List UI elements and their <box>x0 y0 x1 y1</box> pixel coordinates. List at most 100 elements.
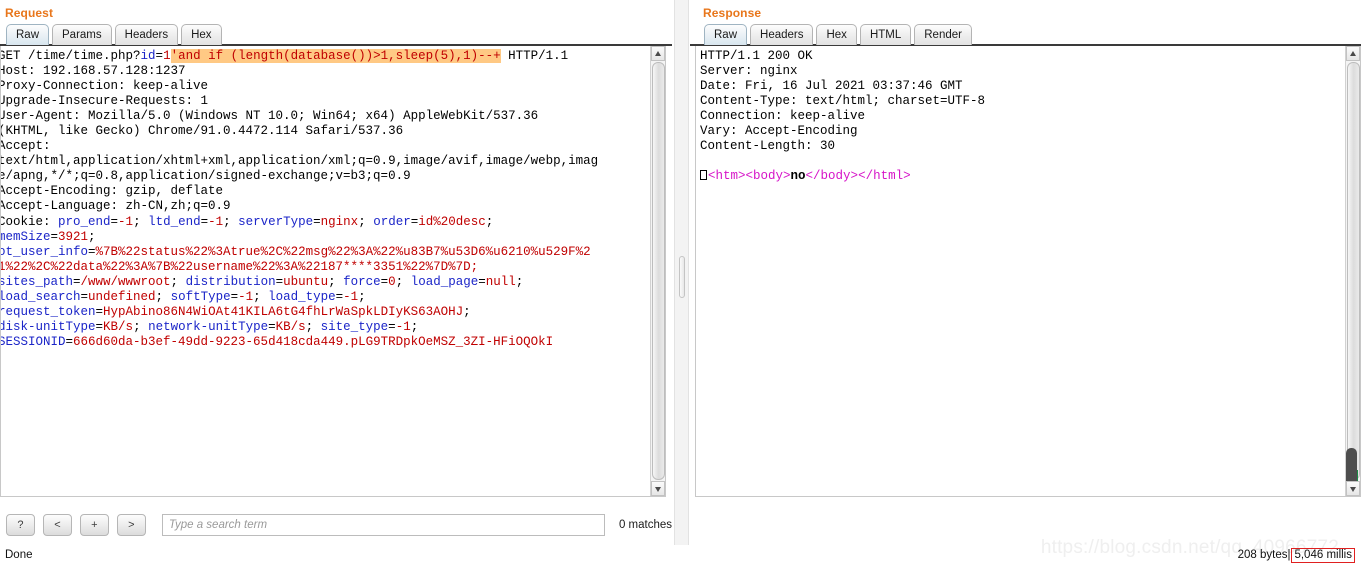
request-line-9: e/apng,*/*;q=0.8,application/signed-exch… <box>0 169 411 184</box>
cookie-name: network-unitType <box>148 319 269 334</box>
cookie-value: -1 <box>238 289 254 304</box>
cookie-name: serverType <box>238 214 314 229</box>
cookie-list-7: disk-unitType=KB/s; network-unitType=KB/… <box>0 319 419 334</box>
cookie-list-1: pro_end=-1; ltd_end=-1; serverType=nginx… <box>58 214 494 229</box>
cookie-name: site_type <box>320 319 389 334</box>
response-line-3: Date: Fri, 16 Jul 2021 03:37:46 GMT <box>700 79 963 94</box>
request-vertical-scrollbar[interactable] <box>650 46 665 496</box>
request-raw-text: GET /time/time.php?id=1'and if (length(d… <box>0 49 599 350</box>
request-cookie-line-6: request_token=HypAbino86N4WiOAt41KILA6tG… <box>0 304 471 319</box>
panel-splitter[interactable] <box>674 0 689 545</box>
cookie-name: order <box>373 214 411 229</box>
tab-request-hex[interactable]: Hex <box>181 24 222 45</box>
response-metrics: 208 bytes| 5,046 millis <box>1237 548 1355 563</box>
cookie-value: -1 <box>208 214 224 229</box>
cookie-value: 666d60da-b3ef-49dd-9223-65d418cda449.pLG… <box>73 334 554 349</box>
cookie-value: -1 <box>343 289 359 304</box>
request-cookie-line-8: SESSIONID=666d60da-b3ef-49dd-9223-65d418… <box>0 334 554 349</box>
response-size: 208 bytes <box>1237 549 1288 561</box>
request-searchbar: ? < + > Type a search term 0 matches <box>4 505 672 545</box>
request-cookie-line-1: Cookie: pro_end=-1; ltd_end=-1; serverTy… <box>0 214 494 229</box>
request-cookie-line-4: sites_path=/www/wwwroot; distribution=ub… <box>0 274 524 289</box>
response-editor[interactable]: HTTP/1.1 200 OK Server: nginx Date: Fri,… <box>695 46 1361 497</box>
unprintable-char-glyph <box>700 170 707 181</box>
response-timing: 5,046 millis <box>1291 548 1355 563</box>
cookie-value: 3921 <box>58 229 89 244</box>
cookie-value: undefined <box>88 289 156 304</box>
cookie-value: -1 <box>118 214 134 229</box>
cookie-value: /www/wwwroot <box>80 274 171 289</box>
request-line-6: (KHTML, like Gecko) Chrome/91.0.4472.114… <box>0 124 404 139</box>
response-line-5: Connection: keep-alive <box>700 109 866 124</box>
response-raw-text: HTTP/1.1 200 OK Server: nginx Date: Fri,… <box>700 49 985 184</box>
tab-request-params[interactable]: Params <box>52 24 112 45</box>
request-cookie-line-5: load_search=undefined; softType=-1; load… <box>0 289 366 304</box>
cookie-list-6: request_token=HypAbino86N4WiOAt41KILA6tG… <box>0 304 471 319</box>
cookie-value: id%20desc <box>418 214 486 229</box>
cookie-name: sites_path <box>0 274 74 289</box>
request-cookie-userinfo-a: ot_user_info=%7B%22status%22%3Atrue%2C%2… <box>0 244 591 259</box>
tab-response-headers[interactable]: Headers <box>750 24 814 45</box>
request-line-4: Upgrade-Insecure-Requests: 1 <box>0 94 209 109</box>
request-cookie-userinfo-b: 1%22%2C%22data%22%3A%7B%22username%22%3A… <box>0 259 479 274</box>
cookie-name: load_search <box>0 289 81 304</box>
request-cookie-line-7: disk-unitType=KB/s; network-unitType=KB/… <box>0 319 419 334</box>
request-scroll-up-arrow-icon[interactable] <box>651 46 665 61</box>
burp-repeater-window: Request Raw Params Headers Hex GET /time… <box>0 0 1361 571</box>
request-search-add-button[interactable]: + <box>79 514 109 536</box>
response-line-6: Vary: Accept-Encoding <box>700 124 858 139</box>
response-body-line: <htm><body>no</body></html> <box>700 169 911 183</box>
request-search-next-button[interactable]: > <box>116 514 146 536</box>
cookie-value: HypAbino86N4WiOAt41KILA6tG4fhLrWaSpkLDIy… <box>103 304 464 319</box>
response-scroll-up-arrow-icon[interactable] <box>1346 46 1360 61</box>
request-line-2: Host: 192.168.57.128:1237 <box>0 64 186 79</box>
cookie-name: SESSIONID <box>0 334 66 349</box>
cookie-name: ltd_end <box>148 214 201 229</box>
cookie-value: 0 <box>388 274 396 289</box>
response-line-2: Server: nginx <box>700 64 798 79</box>
cookie-value: nginx <box>320 214 359 229</box>
splitter-grip-icon[interactable] <box>679 256 685 298</box>
cookie-list-4: sites_path=/www/wwwroot; distribution=ub… <box>0 274 524 289</box>
cookie-value: KB/s <box>103 319 134 334</box>
cookie-list-8: SESSIONID=666d60da-b3ef-49dd-9223-65d418… <box>0 334 554 349</box>
cookie-name: load_type <box>268 289 336 304</box>
tab-response-html[interactable]: HTML <box>859 24 912 45</box>
cookie-name: pro_end <box>58 214 111 229</box>
response-line-7: Content-Length: 30 <box>700 139 836 154</box>
response-panel-title: Response <box>703 6 762 20</box>
request-search-input[interactable]: Type a search term <box>161 514 605 536</box>
request-line-8: text/html,application/xhtml+xml,applicat… <box>0 154 599 169</box>
tab-response-render[interactable]: Render <box>914 24 972 45</box>
response-panel: Response Raw Headers Hex HTML Render HTT… <box>690 0 1361 545</box>
request-panel-title: Request <box>5 6 54 20</box>
request-panel: Request Raw Params Headers Hex GET /time… <box>0 0 672 545</box>
response-scroll-down-arrow-icon[interactable] <box>1346 481 1360 496</box>
sqli-payload-highlight: 'and if (length(database())>1,sleep(5),1… <box>170 49 501 63</box>
request-search-prev-button[interactable]: < <box>42 514 72 536</box>
cookie-value: null <box>485 274 516 289</box>
cookie-name: request_token <box>0 304 96 319</box>
cookie-name: load_page <box>410 274 479 289</box>
request-editor[interactable]: GET /time/time.php?id=1'and if (length(d… <box>0 46 666 497</box>
tab-response-raw[interactable]: Raw <box>704 24 748 45</box>
cookie-value: -1 <box>395 319 411 334</box>
response-scroll-thumb[interactable] <box>1347 62 1360 480</box>
tab-response-hex[interactable]: Hex <box>816 24 857 45</box>
request-line-3: Proxy-Connection: keep-alive <box>0 79 209 94</box>
request-line-11: Accept-Language: zh-CN,zh;q=0.9 <box>0 199 231 214</box>
tab-request-raw[interactable]: Raw <box>6 24 50 45</box>
request-search-help-button[interactable]: ? <box>6 514 35 536</box>
response-line-1: HTTP/1.1 200 OK <box>700 49 813 63</box>
cookie-value: ubuntu <box>283 274 329 289</box>
status-text: Done <box>5 549 33 561</box>
cookie-name: disk-unitType <box>0 319 96 334</box>
response-vertical-scrollbar[interactable] <box>1345 46 1360 496</box>
tab-request-headers[interactable]: Headers <box>114 24 179 45</box>
request-scroll-thumb[interactable] <box>652 62 665 480</box>
cookie-list-5: load_search=undefined; softType=-1; load… <box>0 289 366 304</box>
request-line-1: GET /time/time.php?id=1'and if (length(d… <box>0 49 569 63</box>
cookie-name: distribution <box>185 274 276 289</box>
request-scroll-down-arrow-icon[interactable] <box>651 481 665 496</box>
response-tabbar: Raw Headers Hex HTML Render <box>704 22 1361 45</box>
